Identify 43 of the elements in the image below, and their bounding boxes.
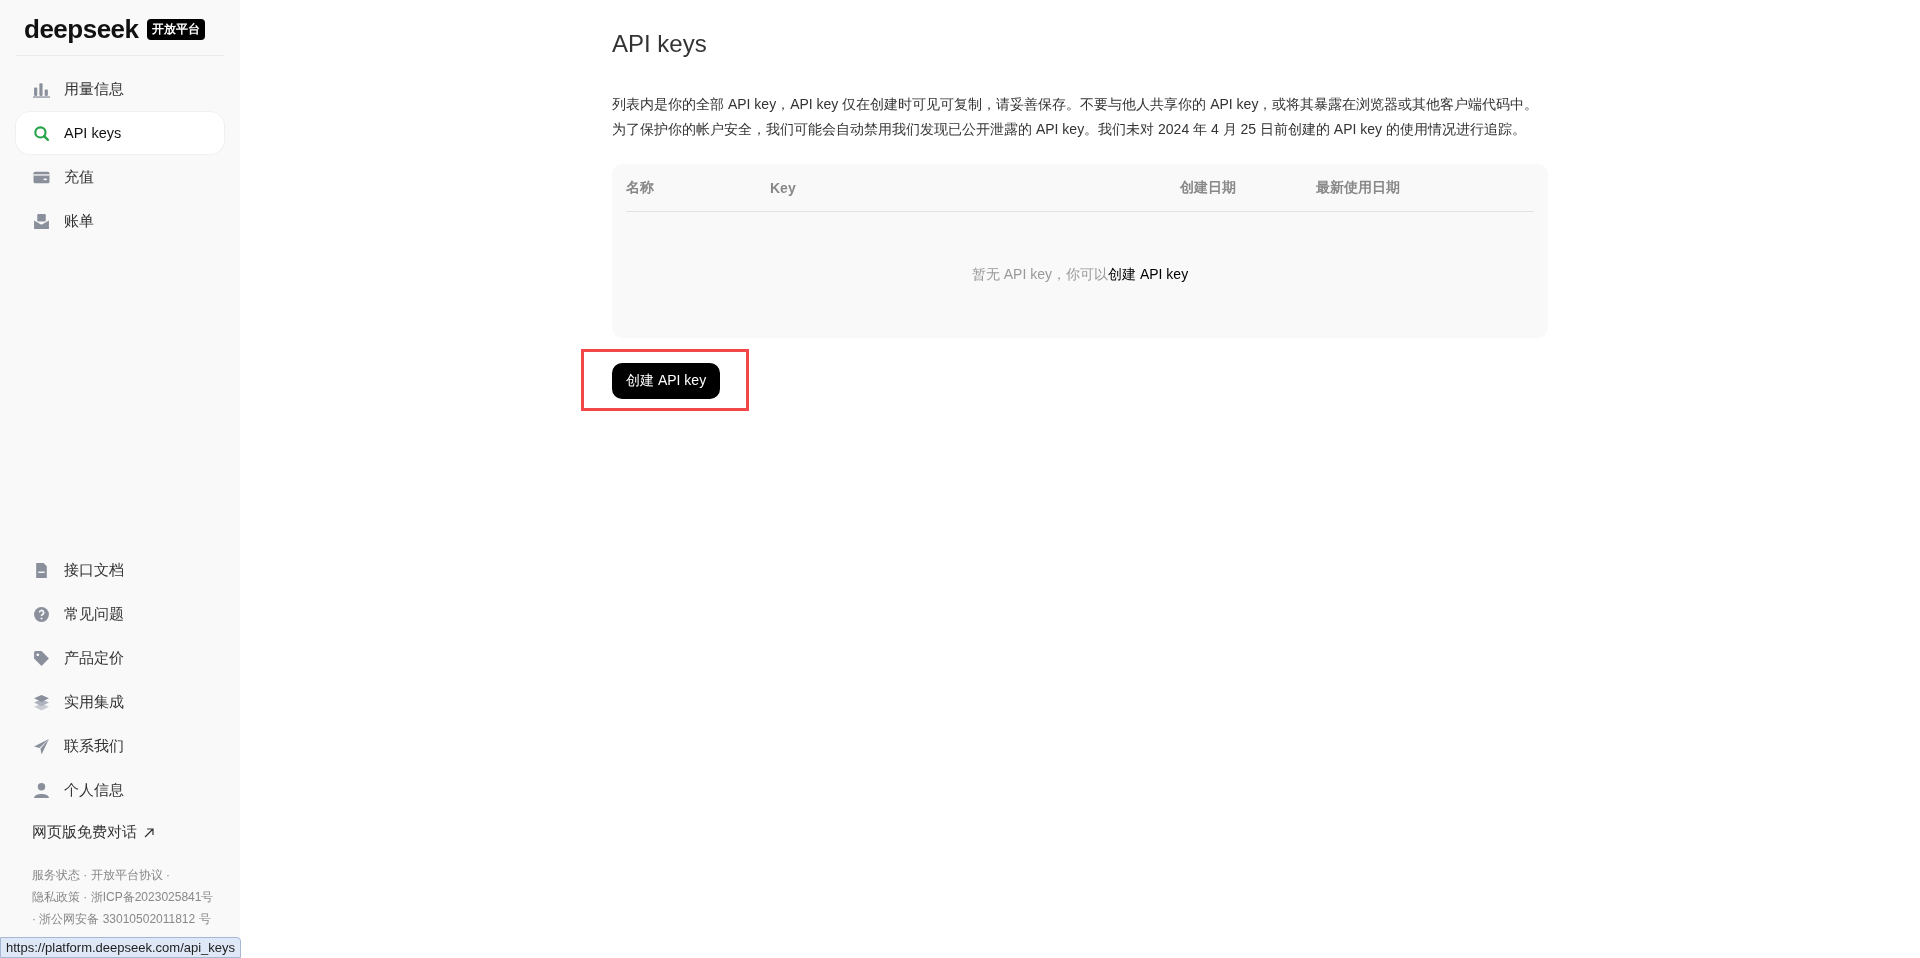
- nav-item[interactable]: 联系我们: [16, 725, 224, 767]
- footer-link[interactable]: 开放平台协议: [90, 868, 163, 882]
- footer-link[interactable]: 隐私政策: [32, 890, 80, 904]
- description-text: 为了保护你的帐户安全，我们可能会自动禁用我们发现已公开泄露的 API key。我们未对 2024 年 4 月 25 日前创建的 API key 的使用情况进行追踪。: [612, 120, 1527, 139]
- column-header: 名称: [626, 178, 655, 197]
- create-key-button[interactable]: 创建 API key: [612, 363, 721, 399]
- platform-badge: 开放平台: [146, 19, 205, 40]
- nav-item[interactable]: 产品定价: [16, 637, 224, 679]
- paper-plane-icon: [33, 737, 50, 755]
- envelope-icon: [33, 212, 50, 230]
- description-text: 列表内是你的全部 API key，API key 仅在创建时可见可复制，请妥善保存。不要与他人共享你的 API key，或将其暴露在浏览器或其他客户端代码中。: [612, 95, 1540, 114]
- status-url: https://platform.deepseek.com/api_keys: [0, 937, 242, 958]
- footer-link[interactable]: 浙公网安备 33010502011812 号: [39, 912, 211, 926]
- nav-item[interactable]: 接口文档: [16, 549, 224, 591]
- nav-item[interactable]: 用量信息: [16, 68, 224, 110]
- separator-dot: ·: [166, 868, 171, 882]
- nav-item[interactable]: 账单: [16, 200, 224, 242]
- separator-dot: ·: [32, 912, 36, 926]
- page-title: API keys: [612, 30, 708, 58]
- nav-item[interactable]: 常见问题: [16, 593, 224, 635]
- external-arrow-icon: [143, 826, 155, 839]
- search-icon: [33, 124, 50, 142]
- nav-item[interactable]: 充值: [16, 156, 224, 198]
- bar-chart-icon: [33, 80, 50, 98]
- footer-link[interactable]: 浙ICP备2023025841号: [90, 890, 214, 904]
- tag-icon: [33, 649, 50, 667]
- column-header: Key: [770, 179, 797, 196]
- nav-item[interactable]: 实用集成: [16, 681, 224, 723]
- web-chat-link[interactable]: 网页版免费对话: [16, 811, 171, 864]
- layers-icon: [33, 693, 50, 711]
- create-key-link[interactable]: 创建 API key: [1108, 266, 1189, 282]
- logo[interactable]: deepseek: [24, 14, 139, 45]
- separator-dot: ·: [83, 868, 88, 882]
- nav-item[interactable]: API keys: [16, 112, 224, 154]
- separator-dot: ·: [83, 890, 88, 904]
- help-icon: [33, 605, 50, 623]
- nav-item[interactable]: 个人信息: [16, 769, 224, 811]
- footer-link[interactable]: 服务状态: [32, 868, 80, 882]
- document-icon: [33, 561, 50, 579]
- column-header: 最新使用日期: [1316, 178, 1401, 197]
- column-header: 创建日期: [1180, 178, 1237, 197]
- user-icon: [33, 781, 50, 799]
- empty-state-text: 暂无 API key，你可以创建 API key: [971, 266, 1189, 284]
